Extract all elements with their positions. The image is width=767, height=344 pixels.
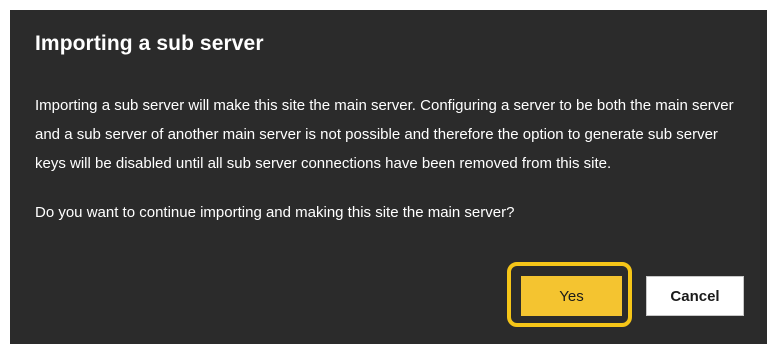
dialog-body: Importing a sub server will make this si… bbox=[35, 91, 747, 227]
import-sub-server-dialog: Importing a sub server Importing a sub s… bbox=[10, 10, 767, 344]
yes-button[interactable]: Yes bbox=[521, 276, 622, 316]
dialog-title: Importing a sub server bbox=[35, 32, 264, 55]
cancel-button[interactable]: Cancel bbox=[646, 276, 744, 316]
dialog-question: Do you want to continue importing and ma… bbox=[35, 204, 515, 221]
dialog-message: Importing a sub server will make this si… bbox=[35, 97, 734, 172]
screenshot-canvas: Importing a sub server Importing a sub s… bbox=[0, 0, 767, 344]
